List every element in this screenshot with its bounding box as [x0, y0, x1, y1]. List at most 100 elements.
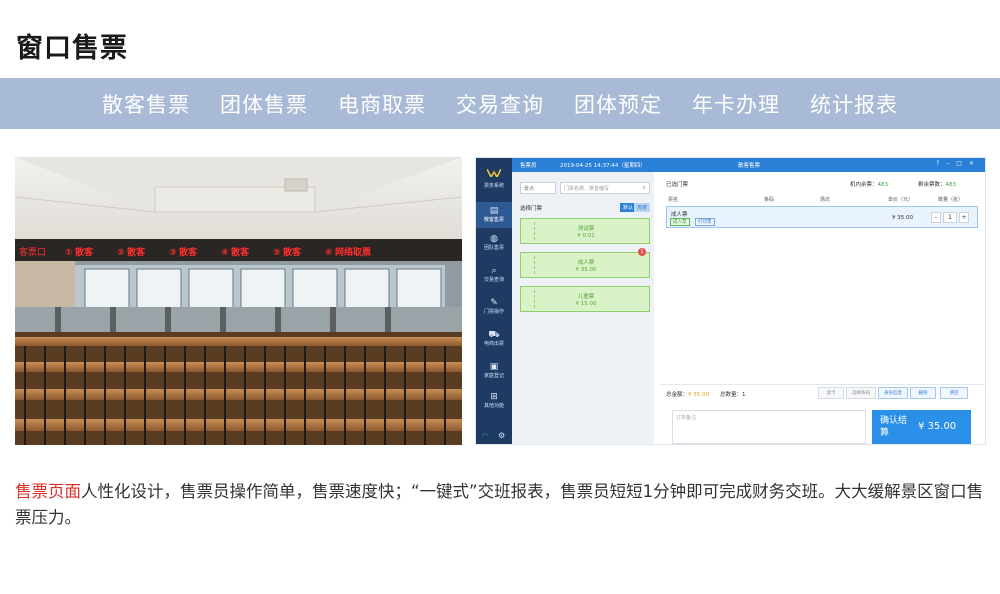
machine-remaining-label: 机内余票：: [850, 182, 878, 188]
window-controls[interactable]: ?–□×: [936, 160, 981, 167]
page-title: 窗口售票: [16, 33, 128, 64]
edit-icon: ✎: [490, 298, 498, 308]
led-number-4: ④: [221, 248, 229, 258]
column-header: 场次: [820, 197, 831, 203]
nav-bar: 散客售票 团体售票 电商取票 交易查询 团体预定 年卡办理 统计报表: [0, 78, 1000, 129]
sidebar-item-group[interactable]: ◍ 团队售票: [476, 234, 512, 251]
ticket-price: ¥ 15.00: [575, 301, 597, 307]
sidebar-item-family[interactable]: ▣ 家庭登记: [476, 362, 512, 379]
machine-remaining: 机内余票：483: [850, 180, 888, 188]
led-number-6: ⑥: [325, 248, 333, 258]
stock-label: 剩余票数：: [918, 182, 946, 188]
close-icon[interactable]: ×: [969, 160, 981, 167]
led-left: 客票口: [19, 246, 46, 258]
led-number-5: ⑤: [273, 248, 281, 258]
ticket-icon: ▤: [489, 206, 499, 216]
nav-item-ecommerce[interactable]: 电商取票: [338, 89, 426, 119]
select-barcode-button[interactable]: 选择条码: [846, 387, 876, 399]
led-window-5: 散客: [283, 246, 302, 258]
sidebar-item-retail[interactable]: ▤ 散客售票: [476, 202, 512, 228]
app-sidebar: 票务系统 ▤ 散客售票 ◍ 团队售票 ⌕ 交易查询 ✎ 门票操作 ⛟ 电商出票: [476, 158, 512, 444]
read-card-button[interactable]: 读卡: [818, 387, 844, 399]
nav-item-retail[interactable]: 散客售票: [102, 89, 190, 119]
ticket-price: ¥ 35.00: [575, 267, 597, 273]
total-amount-label: 总金额：: [666, 392, 689, 398]
sidebar-item-label: 交易查询: [483, 277, 504, 283]
column-header: 条码: [764, 197, 775, 203]
stock-value: 483: [945, 182, 957, 188]
pay-label: 确认结算: [880, 416, 908, 438]
led-window-3: 散客: [179, 246, 198, 258]
led-window-1: 散客: [75, 246, 94, 258]
column-header: 票名: [668, 197, 679, 203]
clear-button[interactable]: 清空: [940, 387, 968, 399]
nav-item-annual-card[interactable]: 年卡办理: [692, 89, 780, 119]
ticket-price: ¥ 0.01: [577, 233, 595, 239]
help-icon[interactable]: ?: [936, 160, 946, 167]
sidebar-item-ecommerce[interactable]: ⛟ 电商出票: [476, 330, 512, 347]
sidebar-item-ticket-ops[interactable]: ✎ 门票操作: [476, 298, 512, 315]
sidebar-item-other[interactable]: ⊞ 其他功能: [476, 392, 512, 409]
column-header: 数量（张）: [938, 197, 964, 203]
nav-item-transactions[interactable]: 交易查询: [456, 89, 544, 119]
pay-amount: ¥ 35.00: [918, 421, 957, 432]
window-title: 散客售票: [738, 163, 761, 169]
settings-icon[interactable]: ⚙: [498, 431, 505, 440]
total-count: 总数量：1: [720, 390, 746, 398]
sort-hot-toggle[interactable]: 热度: [634, 203, 651, 212]
tag-adult: 成人票: [670, 218, 690, 226]
qty-input[interactable]: 1: [943, 212, 957, 223]
confirm-pay-button[interactable]: 确认结算 ¥ 35.00: [872, 410, 971, 444]
sidebar-item-label: 电商出票: [483, 341, 504, 347]
wifi-icon: ◠: [482, 432, 489, 440]
selected-tickets-label: 已选门票: [666, 182, 689, 188]
scenic-select[interactable]: 景点: [520, 182, 556, 194]
qty-plus-button[interactable]: +: [959, 212, 969, 223]
sidebar-item-label: 散客售票: [483, 217, 504, 223]
search-placeholder: 门票名称、拼音缩写: [564, 186, 610, 192]
maximize-icon[interactable]: □: [956, 160, 969, 167]
ticket-card-child[interactable]: 儿童票 ¥ 15.00: [520, 286, 650, 312]
ticket-hall-illustration: 客票口 ① 散客 ② 散客 ③ 散客 ④ 散客 ⑤ 散客 ⑥ 网络取票: [15, 157, 462, 445]
machine-remaining-value: 483: [877, 182, 889, 188]
led-window-2: 散客: [127, 246, 146, 258]
ticket-search-input[interactable]: 门票名称、拼音缩写 ⌕: [560, 182, 650, 194]
sidebar-item-label: 家庭登记: [483, 373, 504, 379]
search-icon[interactable]: ⌕: [643, 184, 646, 192]
order-remark-input[interactable]: 订单备注: [672, 410, 866, 444]
ticket-hall-photo: 客票口 ① 散客 ② 散客 ③ 散客 ④ 散客 ⑤ 散客 ⑥ 网络取票: [15, 157, 462, 445]
grid-icon: ⊞: [490, 392, 498, 402]
nav-item-group[interactable]: 团体售票: [220, 89, 308, 119]
total-count-label: 总数量：: [720, 392, 743, 398]
ticketing-app-screenshot: 票务系统 ▤ 散客售票 ◍ 团队售票 ⌕ 交易查询 ✎ 门票操作 ⛟ 电商出票: [475, 157, 986, 445]
led-number-2: ②: [117, 248, 125, 258]
row-ticket-name: 成人票: [671, 212, 688, 218]
description: 售票页面人性化设计，售票员操作简单，售票速度快；“一键式”交班报表，售票员短短1…: [15, 479, 987, 531]
led-number-3: ③: [169, 248, 177, 258]
minimize-icon[interactable]: –: [946, 160, 956, 167]
summary-bar: 总金额：¥ 35.00 总数量：1 读卡 选择条码 身份信息 删除 清空: [660, 384, 985, 400]
id-info-button[interactable]: 身份信息: [878, 387, 908, 399]
ticket-card-adult[interactable]: 成人票 ¥ 35.00 1: [520, 248, 650, 278]
nav-item-group-booking[interactable]: 团体预定: [574, 89, 662, 119]
nav-item-reports[interactable]: 统计报表: [810, 89, 898, 119]
ticket-name: 儿童票: [577, 294, 595, 300]
ticket-name: 成人票: [577, 260, 595, 266]
led-number-1: ①: [65, 248, 73, 258]
description-highlight: 售票页面: [15, 482, 81, 501]
search-icon: ⌕: [491, 266, 497, 276]
table-row[interactable]: 成人票 成人票 打印票 ¥ 35.00 - 1 +: [666, 206, 978, 228]
ticket-name: 测试票: [577, 226, 595, 232]
total-amount: 总金额：¥ 35.00: [666, 390, 709, 398]
total-count-value: 1: [742, 392, 746, 398]
logo-icon: [486, 168, 502, 179]
qty-minus-button[interactable]: -: [931, 212, 941, 223]
ticket-card-test[interactable]: 测试票 ¥ 0.01: [520, 218, 650, 244]
operator-label: 售票员: [520, 163, 537, 169]
app-logo: 票务系统: [482, 162, 506, 189]
datetime-label: 2019-04-25 14:37:44（星期四）: [560, 163, 646, 169]
delete-button[interactable]: 删除: [910, 387, 936, 399]
sidebar-item-transactions[interactable]: ⌕ 交易查询: [476, 266, 512, 283]
app-topbar: 售票员 2019-04-25 14:37:44（星期四） 散客售票 ?–□×: [512, 158, 985, 172]
sidebar-item-label: 其他功能: [483, 403, 504, 409]
